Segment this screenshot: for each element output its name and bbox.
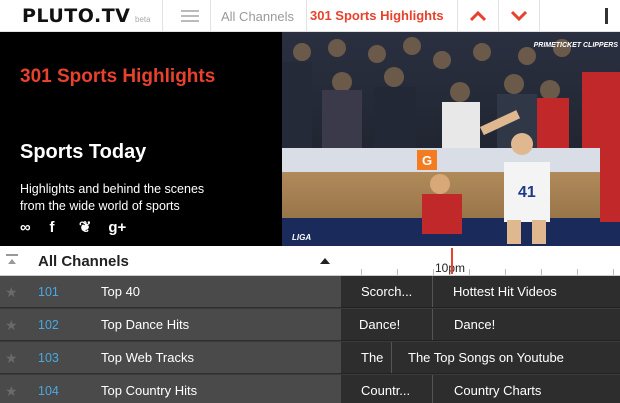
link-icon[interactable]: ∞ [20,219,42,237]
channel-row: ★ 101 Top 40 Scorch... Hottest Hit Video… [0,276,620,308]
guide-header: All Channels [0,246,341,276]
program-slot[interactable]: The [353,342,391,373]
video-bug: PRIMETICKET CLIPPERS [533,42,618,49]
current-channel-title: 301 Sports Highlights [310,8,444,23]
basketball-video-frame: G 41 [282,32,620,246]
time-tick [361,269,362,275]
channel-cell[interactable]: ★ 103 Top Web Tracks [0,342,341,374]
channel-name: Top Country Hits [101,383,198,398]
divider [306,0,307,32]
program-slot[interactable]: Dance! [432,309,620,340]
channel-row: ★ 103 Top Web Tracks The The Top Songs o… [0,342,620,374]
program-slot[interactable]: Hottest Hit Videos [432,276,620,307]
channel-number: 103 [38,351,59,365]
program-slot[interactable]: Country Charts [432,375,620,403]
divider [162,0,163,32]
star-icon[interactable]: ★ [5,284,18,301]
program-slot[interactable]: Scorch... [353,276,432,307]
hero-section: 301 Sports Highlights Sports Today Highl… [0,32,620,246]
time-tick [613,269,614,275]
program-slot[interactable]: The Top Songs on Youtube [391,342,620,373]
breadcrumb-all-channels[interactable]: All Channels [221,9,294,24]
program-info: 301 Sports Highlights Sports Today Highl… [0,32,282,246]
scrollbar-edge [605,8,608,24]
now-indicator [451,248,453,274]
channel-up-button[interactable] [458,0,498,32]
svg-text:41: 41 [518,184,536,201]
video-player[interactable]: G 41 PRIMETICKET CLIPPERS LIGA [282,32,620,246]
channel-row: ★ 102 Top Dance Hits Dance! Dance! [0,309,620,341]
program-title: Sports Today [20,141,147,163]
time-tick [433,269,434,275]
channel-down-button[interactable] [499,0,539,32]
time-tick [505,269,506,275]
time-tick [577,269,578,275]
star-icon[interactable]: ★ [5,350,18,367]
svg-text:G: G [422,153,432,168]
channel-row: ★ 104 Top Country Hits Countr... Country… [0,375,620,403]
facebook-icon[interactable]: f [49,219,71,237]
channel-guide: All Channels 10pm ★ 101 Top 40 Scorch...… [0,246,620,403]
program-description: Highlights and behind the scenes from th… [20,182,205,213]
beta-label: beta [135,15,151,24]
channel-title: 301 Sports Highlights [20,66,216,87]
divider [210,0,211,32]
channel-cell[interactable]: ★ 104 Top Country Hits [0,375,341,403]
channel-number: 101 [38,285,59,299]
time-tick [469,269,470,275]
caret-up-icon[interactable] [320,258,330,264]
channel-cell[interactable]: ★ 102 Top Dance Hits [0,309,341,341]
schedule-cell: Dance! Dance! [341,309,620,341]
channel-name: Top Web Tracks [101,350,194,365]
collapse-icon[interactable] [5,253,19,267]
chevron-up-icon [470,10,486,22]
channel-number: 104 [38,384,59,398]
guide-header-title: All Channels [38,253,129,270]
menu-icon[interactable] [181,10,199,23]
channel-number: 102 [38,318,59,332]
star-icon[interactable]: ★ [5,383,18,400]
social-share: ∞ f ❦ g+ [20,218,133,238]
time-tick [397,269,398,275]
schedule-cell: The The Top Songs on Youtube [341,342,620,374]
chevron-down-icon [511,10,527,22]
channel-cell[interactable]: ★ 101 Top 40 [0,276,341,308]
program-slot[interactable]: Dance! [351,309,432,340]
twitter-icon[interactable]: ❦ [79,218,101,236]
program-slot[interactable]: Countr... [353,375,432,403]
star-icon[interactable]: ★ [5,317,18,334]
time-tick [541,269,542,275]
channel-name: Top 40 [101,284,141,299]
schedule-cell: Countr... Country Charts [341,375,620,403]
divider [539,0,540,32]
google-plus-icon[interactable]: g+ [108,219,130,237]
video-corner-label: LIGA [292,233,312,242]
pluto-logo[interactable]: PLUTO.TV [22,5,130,27]
channel-name: Top Dance Hits [101,317,190,332]
schedule-cell: Scorch... Hottest Hit Videos [341,276,620,308]
top-bar: PLUTO.TV beta All Channels 301 Sports Hi… [0,0,620,32]
timeline-header: 10pm [341,246,620,276]
